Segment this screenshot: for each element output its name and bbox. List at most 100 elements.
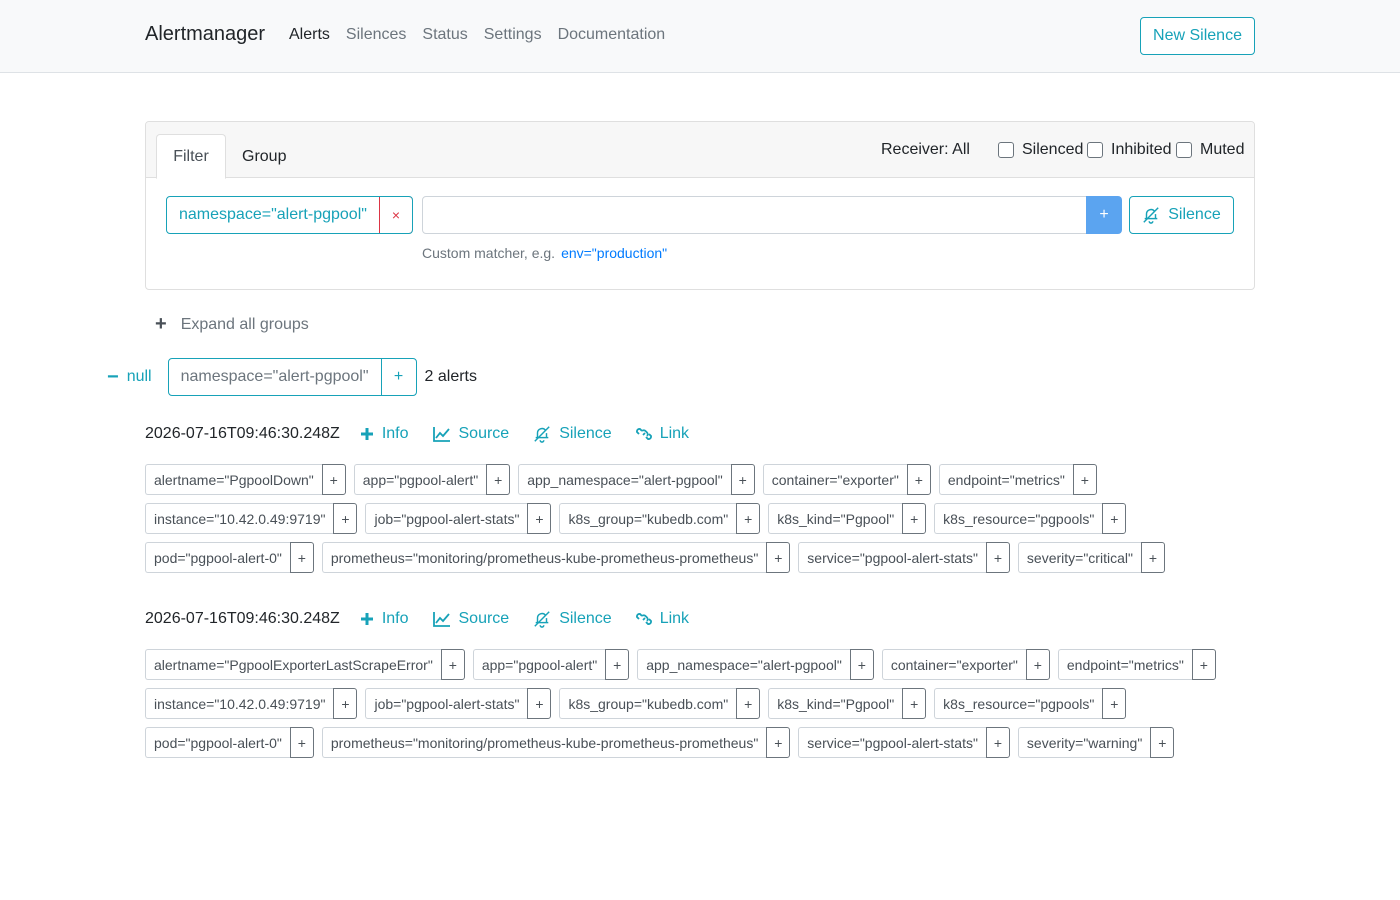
label-text[interactable]: endpoint="metrics" <box>1057 649 1192 680</box>
add-label-filter-button[interactable]: + <box>766 542 791 573</box>
add-label-filter-button[interactable]: + <box>1191 649 1216 680</box>
add-label-filter-button[interactable]: + <box>289 727 314 758</box>
add-label-filter-button[interactable]: + <box>1150 727 1175 758</box>
add-label-filter-button[interactable]: + <box>906 464 931 495</box>
label-text[interactable]: k8s_group="kubedb.com" <box>559 688 737 719</box>
add-label-filter-button[interactable]: + <box>736 503 761 534</box>
add-label-filter-button[interactable]: + <box>605 649 630 680</box>
add-label-filter-button[interactable]: + <box>527 503 552 534</box>
group-receiver[interactable]: null <box>127 368 152 386</box>
label-text[interactable]: instance="10.42.0.49:9719" <box>145 688 334 719</box>
inhibited-toggle[interactable]: Inhibited <box>1087 141 1172 159</box>
add-label-filter-button[interactable]: + <box>440 649 465 680</box>
muted-toggle[interactable]: Muted <box>1176 141 1244 159</box>
label-text[interactable]: k8s_resource="pgpools" <box>934 688 1103 719</box>
receiver-selector[interactable]: Receiver: All <box>881 141 970 159</box>
label-text[interactable]: k8s_resource="pgpools" <box>934 503 1103 534</box>
nav-silences[interactable]: Silences <box>346 26 406 44</box>
add-label-filter-button[interactable]: + <box>766 727 791 758</box>
label-text[interactable]: container="exporter" <box>881 649 1026 680</box>
add-label-filter-button[interactable]: + <box>289 542 314 573</box>
muted-checkbox[interactable] <box>1176 142 1192 158</box>
inhibited-checkbox[interactable] <box>1087 142 1103 158</box>
silence-alert-button[interactable]: Silence <box>533 425 612 443</box>
label-text[interactable]: container="exporter" <box>762 464 907 495</box>
add-label-filter-button[interactable]: + <box>849 649 874 680</box>
label-text[interactable]: app="pgpool-alert" <box>353 464 487 495</box>
label-text[interactable]: prometheus="monitoring/prometheus-kube-p… <box>321 727 767 758</box>
label-text[interactable]: endpoint="metrics" <box>938 464 1073 495</box>
add-label-filter-button[interactable]: + <box>902 503 927 534</box>
nav-settings[interactable]: Settings <box>484 26 542 44</box>
alert-timestamp: 2026-07-16T09:46:30.248Z <box>145 610 340 627</box>
label-text[interactable]: alertname="PgpoolExporterLastScrapeError… <box>145 649 441 680</box>
add-label-filter-button[interactable]: + <box>985 727 1010 758</box>
source-button[interactable]: Source <box>432 425 509 443</box>
label-chip: alertname="PgpoolDown" + <box>145 464 346 495</box>
info-button[interactable]: Info <box>360 610 409 628</box>
add-label-filter-button[interactable]: + <box>1102 503 1127 534</box>
add-label-filter-button[interactable]: + <box>736 688 761 719</box>
label-text[interactable]: severity="critical" <box>1017 542 1141 573</box>
label-text[interactable]: job="pgpool-alert-stats" <box>365 688 528 719</box>
chart-line-icon <box>432 427 450 442</box>
expand-all-groups-button[interactable]: + Expand all groups <box>155 313 309 336</box>
add-label-filter-button[interactable]: + <box>1025 649 1050 680</box>
silence-filter-button[interactable]: Silence <box>1129 196 1234 234</box>
new-silence-button[interactable]: New Silence <box>1140 17 1255 55</box>
tab-group[interactable]: Group <box>242 134 286 179</box>
add-label-filter-button[interactable]: + <box>985 542 1010 573</box>
label-text[interactable]: app_namespace="alert-pgpool" <box>637 649 850 680</box>
group-label-add-button[interactable]: + <box>382 359 416 395</box>
label-text[interactable]: alertname="PgpoolDown" <box>145 464 322 495</box>
nav-alerts[interactable]: Alerts <box>289 26 330 44</box>
link-button[interactable]: Link <box>635 425 690 443</box>
add-label-filter-button[interactable]: + <box>333 503 358 534</box>
label-chip: endpoint="metrics" + <box>1057 649 1216 680</box>
label-text[interactable]: k8s_group="kubedb.com" <box>559 503 737 534</box>
expand-all-label: Expand all groups <box>180 315 309 333</box>
label-text[interactable]: app="pgpool-alert" <box>472 649 606 680</box>
label-text[interactable]: severity="warning" <box>1017 727 1151 758</box>
label-text[interactable]: app_namespace="alert-pgpool" <box>518 464 731 495</box>
silenced-toggle[interactable]: Silenced <box>998 141 1083 159</box>
label-text[interactable]: pod="pgpool-alert-0" <box>145 542 290 573</box>
add-label-filter-button[interactable]: + <box>730 464 755 495</box>
add-label-filter-button[interactable]: + <box>1072 464 1097 495</box>
add-label-filter-button[interactable]: + <box>1140 542 1165 573</box>
nav-status[interactable]: Status <box>422 26 467 44</box>
label-text[interactable]: pod="pgpool-alert-0" <box>145 727 290 758</box>
add-matcher-button[interactable]: + <box>1086 196 1122 234</box>
add-label-filter-button[interactable]: + <box>486 464 511 495</box>
source-button[interactable]: Source <box>432 610 509 628</box>
link-label: Link <box>659 425 690 442</box>
nav-documentation[interactable]: Documentation <box>558 26 666 44</box>
brand[interactable]: Alertmanager <box>145 23 265 46</box>
info-button[interactable]: Info <box>360 425 409 443</box>
label-text[interactable]: instance="10.42.0.49:9719" <box>145 503 334 534</box>
label-text[interactable]: k8s_kind="Pgpool" <box>768 688 903 719</box>
add-label-filter-button[interactable]: + <box>527 688 552 719</box>
inhibited-label: Inhibited <box>1111 141 1172 158</box>
remove-matcher-button[interactable]: × <box>378 197 412 233</box>
matcher-text: namespace="alert-pgpool" <box>179 206 367 223</box>
label-text[interactable]: k8s_kind="Pgpool" <box>768 503 903 534</box>
label-text[interactable]: service="pgpool-alert-stats" <box>798 727 986 758</box>
add-label-filter-button[interactable]: + <box>902 688 927 719</box>
add-label-filter-button[interactable]: + <box>321 464 346 495</box>
label-text[interactable]: job="pgpool-alert-stats" <box>365 503 528 534</box>
label-row: alertname="PgpoolDown" + app="pgpool-alert… <box>145 464 1173 495</box>
label-text[interactable]: service="pgpool-alert-stats" <box>798 542 986 573</box>
silenced-checkbox[interactable] <box>998 142 1014 158</box>
custom-matcher-input[interactable] <box>422 196 1088 234</box>
label-text[interactable]: prometheus="monitoring/prometheus-kube-p… <box>321 542 767 573</box>
silence-alert-button[interactable]: Silence <box>533 610 612 628</box>
hint-example-link[interactable]: env="production" <box>561 245 667 261</box>
collapse-group-icon[interactable]: − <box>107 366 119 389</box>
add-label-filter-button[interactable]: + <box>1102 688 1127 719</box>
add-label-filter-button[interactable]: + <box>333 688 358 719</box>
link-button[interactable]: Link <box>635 610 689 628</box>
label-chip: prometheus="monitoring/prometheus-kube-p… <box>321 727 791 758</box>
label-chip: app_namespace="alert-pgpool" + <box>637 649 874 680</box>
tab-filter[interactable]: Filter <box>156 134 226 179</box>
